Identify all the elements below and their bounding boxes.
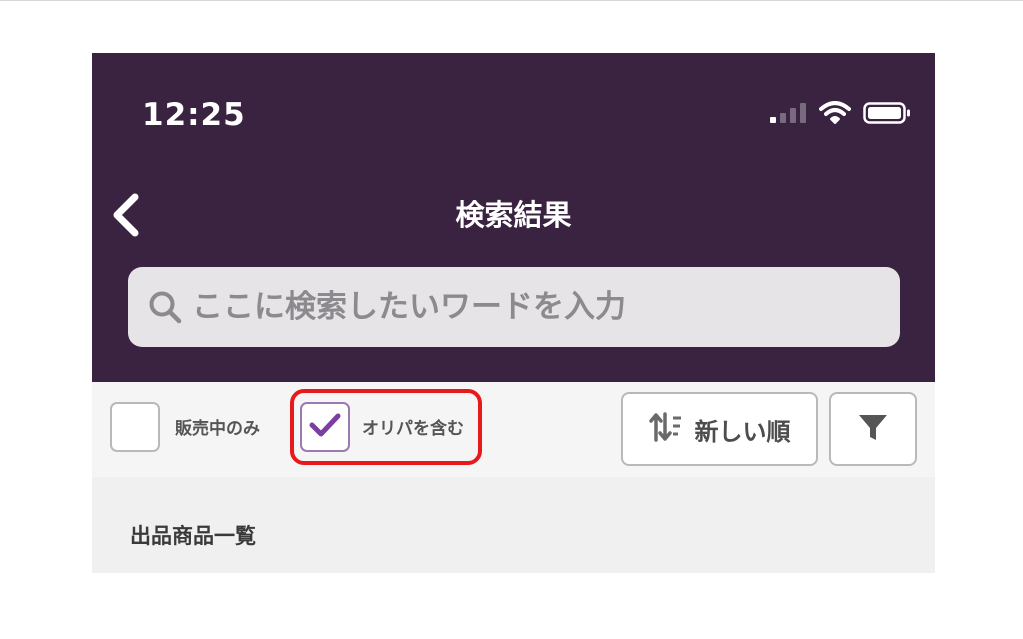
sort-button[interactable]: 新しい順 xyxy=(621,392,818,466)
highlight-annotation xyxy=(290,389,482,465)
search-input[interactable] xyxy=(192,277,872,337)
on-sale-only-label[interactable]: 販売中のみ xyxy=(175,417,260,441)
app-screen: 12:25 検索結果 ここに検索したいワードを入力 販売中のみ オリパを含む 新… xyxy=(92,53,935,573)
battery-icon xyxy=(863,101,911,129)
status-time: 12:25 xyxy=(142,97,246,133)
page-title: 検索結果 xyxy=(455,198,572,232)
wifi-icon xyxy=(819,101,851,129)
cellular-signal-icon xyxy=(769,102,807,128)
filter-row: 販売中のみ オリパを含む 新しい順 xyxy=(92,382,935,477)
section-title: 出品商品一覧 xyxy=(130,524,256,548)
status-icons xyxy=(769,101,911,129)
sort-icon xyxy=(648,410,683,448)
search-bar[interactable] xyxy=(128,267,900,347)
funnel-icon xyxy=(856,410,890,448)
top-divider xyxy=(0,0,1023,1)
sort-label: 新しい順 xyxy=(694,417,791,446)
filter-button[interactable] xyxy=(829,392,917,466)
app-header: 12:25 検索結果 ここに検索したいワードを入力 xyxy=(92,53,935,382)
on-sale-only-checkbox[interactable] xyxy=(110,402,160,452)
search-icon xyxy=(144,286,186,328)
